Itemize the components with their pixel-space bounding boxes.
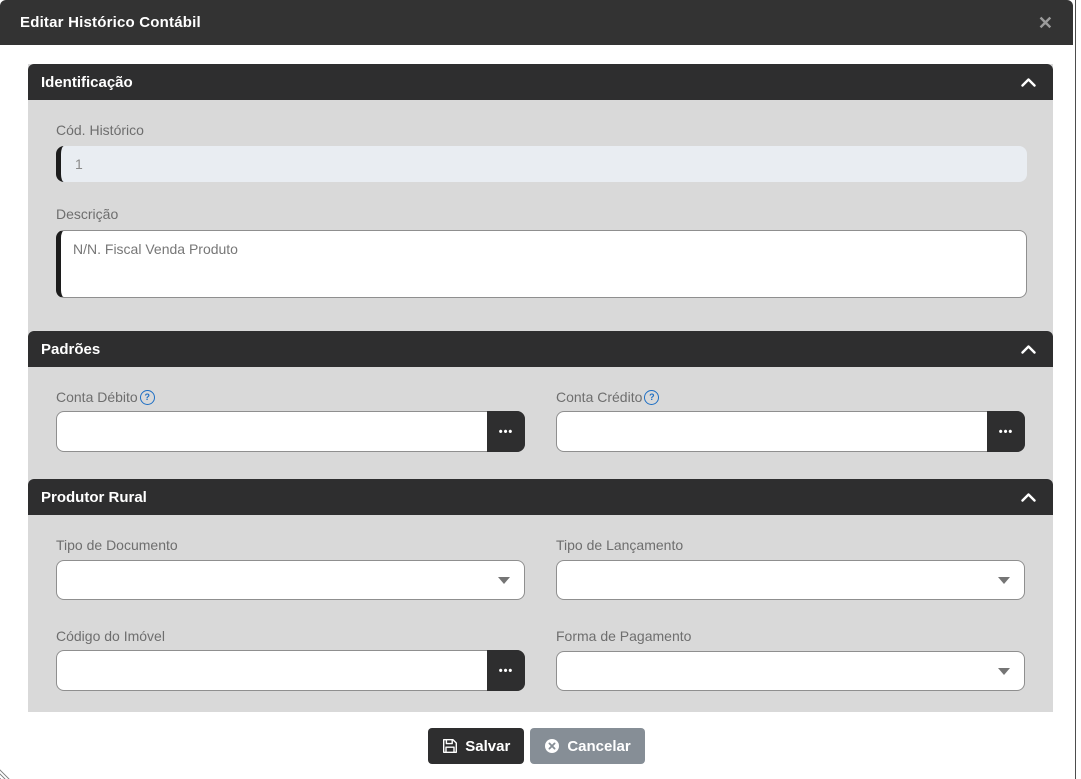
ellipsis-icon: •••: [998, 425, 1014, 438]
ellipsis-icon: •••: [498, 664, 514, 677]
tipo-lancamento-label: Tipo de Lançamento: [556, 537, 684, 553]
save-button-label: Salvar: [465, 737, 511, 755]
descricao-label: Descrição: [56, 206, 119, 222]
forma-pagamento-label: Forma de Pagamento: [556, 628, 692, 644]
tipo-documento-label: Tipo de Documento: [56, 537, 178, 553]
chevron-up-icon[interactable]: [1021, 77, 1036, 87]
section-header-identificacao[interactable]: Identificação: [28, 64, 1053, 100]
conta-credito-label: Conta Crédito ?: [556, 389, 1025, 406]
codigo-imovel-label: Código do Imóvel: [56, 628, 165, 644]
modal-title: Editar Histórico Contábil: [20, 14, 201, 31]
codigo-imovel-field: Código do Imóvel •••: [56, 628, 525, 691]
forma-pagamento-select[interactable]: [556, 651, 1025, 691]
tipo-lancamento-field: Tipo de Lançamento: [556, 537, 1025, 600]
section-title-padroes: Padrões: [41, 340, 101, 358]
conta-credito-input[interactable]: [556, 411, 1025, 452]
floppy-disk-icon: [442, 738, 458, 754]
page-edge-line: [1075, 0, 1076, 779]
help-icon[interactable]: ?: [139, 390, 155, 405]
forma-pagamento-field: Forma de Pagamento: [556, 628, 1025, 691]
conta-debito-label: Conta Débito ?: [56, 389, 525, 406]
section-body-padroes: Conta Débito ? ••• Conta Crédito ? •••: [28, 367, 1053, 479]
chevron-up-icon[interactable]: [1021, 492, 1036, 502]
edit-accounting-history-modal: Editar Histórico Contábil ✕ Identificaçã…: [0, 0, 1073, 779]
section-body-produtor-rural: Tipo de Documento Tipo de Lançamento Cód…: [28, 515, 1053, 711]
ellipsis-icon: •••: [498, 425, 514, 438]
section-title-identificacao: Identificação: [41, 73, 133, 91]
caret-down-icon: [498, 577, 510, 584]
section-header-padroes[interactable]: Padrões: [28, 331, 1053, 367]
help-icon[interactable]: ?: [644, 390, 660, 405]
cod-historico-input: [56, 146, 1027, 182]
conta-debito-lookup-button[interactable]: •••: [487, 411, 525, 452]
conta-debito-input[interactable]: [56, 411, 525, 452]
section-title-produtor-rural: Produtor Rural: [41, 488, 147, 506]
section-body-identificacao: Cód. Histórico Descrição N/N. Fiscal Ven…: [28, 100, 1053, 331]
caret-down-icon: [998, 577, 1010, 584]
chevron-up-icon[interactable]: [1021, 344, 1036, 354]
close-icon[interactable]: ✕: [1038, 14, 1053, 32]
conta-debito-field: Conta Débito ? •••: [56, 389, 525, 452]
cancel-button-label: Cancelar: [567, 737, 631, 755]
codigo-imovel-input[interactable]: [56, 650, 525, 691]
modal-header: Editar Histórico Contábil ✕: [0, 0, 1073, 45]
tipo-lancamento-select[interactable]: [556, 560, 1025, 600]
cancel-circle-icon: [544, 738, 560, 754]
save-button[interactable]: Salvar: [428, 728, 525, 764]
form-panel: Identificação Cód. Histórico Descrição N…: [28, 64, 1053, 712]
cancel-button[interactable]: Cancelar: [530, 728, 645, 764]
codigo-imovel-lookup-button[interactable]: •••: [487, 650, 525, 691]
conta-credito-lookup-button[interactable]: •••: [987, 411, 1025, 452]
section-header-produtor-rural[interactable]: Produtor Rural: [28, 479, 1053, 515]
caret-down-icon: [998, 668, 1010, 675]
modal-footer: Salvar Cancelar: [0, 712, 1073, 779]
tipo-documento-field: Tipo de Documento: [56, 537, 525, 600]
descricao-textarea[interactable]: N/N. Fiscal Venda Produto: [56, 230, 1027, 298]
conta-credito-field: Conta Crédito ? •••: [556, 389, 1025, 452]
tipo-documento-select[interactable]: [56, 560, 525, 600]
cod-historico-label: Cód. Histórico: [56, 122, 144, 138]
